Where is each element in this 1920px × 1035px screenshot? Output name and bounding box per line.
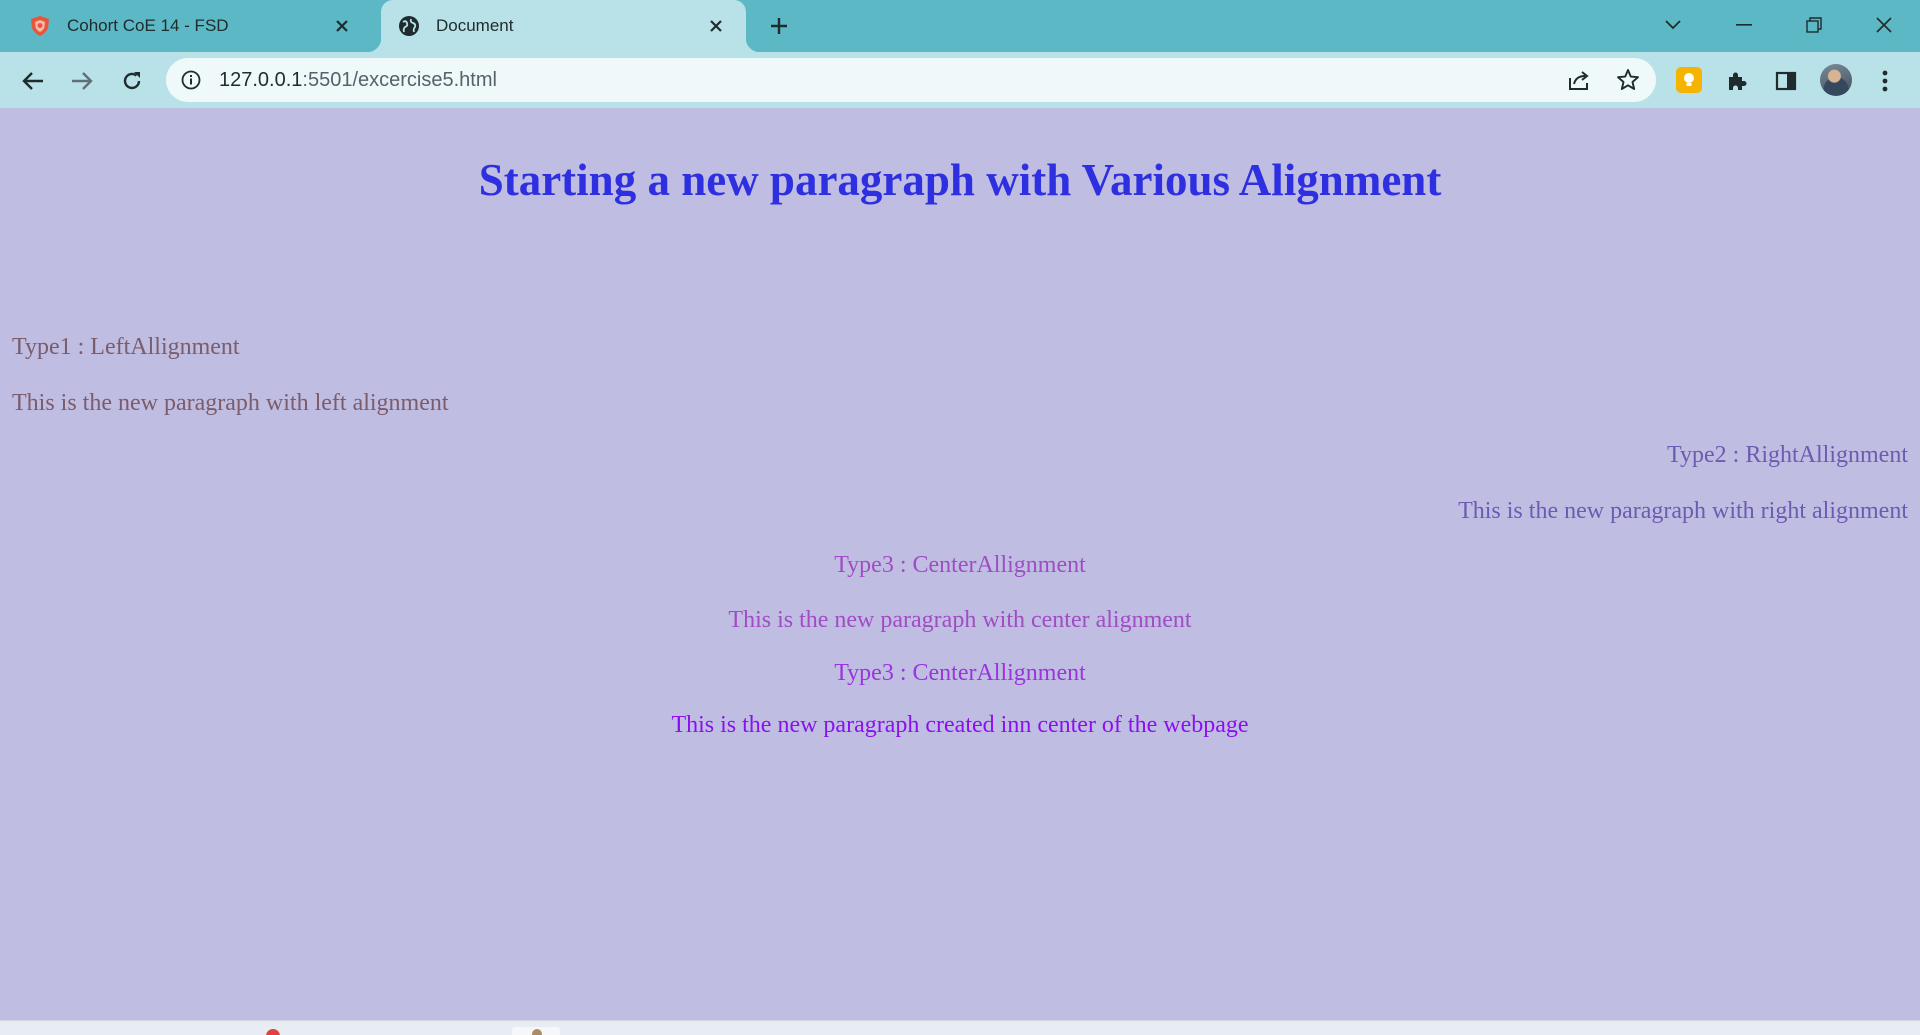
left-paragraph: This is the new paragraph with left alig… bbox=[12, 390, 449, 416]
reload-icon[interactable] bbox=[115, 64, 149, 98]
tab-document[interactable]: Document bbox=[367, 0, 760, 52]
window-close-icon[interactable] bbox=[1867, 10, 1901, 40]
close-icon[interactable] bbox=[330, 14, 354, 38]
side-panel-icon[interactable] bbox=[1769, 64, 1803, 98]
minimize-icon[interactable] bbox=[1727, 10, 1761, 40]
site-info-icon[interactable] bbox=[180, 69, 202, 91]
back-arrow-icon[interactable] bbox=[16, 64, 50, 98]
browser-toolbar: 127.0.0.1:5501/excercise5.html bbox=[0, 52, 1920, 108]
right-type-label: Type2 : RightAllignment bbox=[1667, 442, 1908, 468]
center-type-label: Type3 : CenterAllignment bbox=[834, 552, 1086, 578]
url-text[interactable]: 127.0.0.1:5501/excercise5.html bbox=[219, 69, 497, 92]
new-tab-plus-icon[interactable] bbox=[766, 13, 792, 39]
close-icon[interactable] bbox=[704, 14, 728, 38]
tab-cohort[interactable]: Cohort CoE 14 - FSD bbox=[12, 0, 372, 52]
page-heading: Starting a new paragraph with Various Al… bbox=[478, 155, 1442, 205]
page-content: Starting a new paragraph with Various Al… bbox=[0, 108, 1920, 1020]
shield-favicon-icon bbox=[29, 15, 51, 37]
tab-title: Cohort CoE 14 - FSD bbox=[67, 16, 229, 35]
url-host: 127.0.0.1 bbox=[219, 69, 303, 91]
tab-title: Document bbox=[436, 16, 514, 35]
taskbar-app-icon[interactable] bbox=[512, 1027, 560, 1035]
right-paragraph: This is the new paragraph with right ali… bbox=[1458, 498, 1908, 524]
extensions-puzzle-icon[interactable] bbox=[1720, 64, 1754, 98]
tab-search-chevron-icon[interactable] bbox=[1656, 10, 1690, 40]
center-type-label-2: Type3 : CenterAllignment bbox=[834, 660, 1086, 686]
tab-strip: Cohort CoE 14 - FSD Document bbox=[0, 0, 1920, 52]
bookmark-star-icon[interactable] bbox=[1615, 67, 1641, 93]
url-path: :5501/excercise5.html bbox=[302, 69, 497, 91]
profile-avatar[interactable] bbox=[1820, 64, 1852, 96]
left-type-label: Type1 : LeftAllignment bbox=[12, 334, 240, 360]
forward-arrow-icon[interactable] bbox=[65, 64, 99, 98]
address-bar[interactable]: 127.0.0.1:5501/excercise5.html bbox=[166, 58, 1656, 102]
taskbar-app-icon[interactable] bbox=[266, 1029, 280, 1035]
globe-icon bbox=[398, 15, 420, 37]
center-paragraph: This is the new paragraph with center al… bbox=[728, 607, 1192, 633]
share-icon[interactable] bbox=[1566, 67, 1592, 93]
extension-bulb-icon[interactable] bbox=[1676, 67, 1702, 93]
center-paragraph-2: This is the new paragraph created inn ce… bbox=[671, 712, 1249, 738]
os-taskbar bbox=[0, 1020, 1920, 1035]
restore-icon[interactable] bbox=[1797, 10, 1831, 40]
more-menu-icon[interactable] bbox=[1868, 64, 1902, 98]
